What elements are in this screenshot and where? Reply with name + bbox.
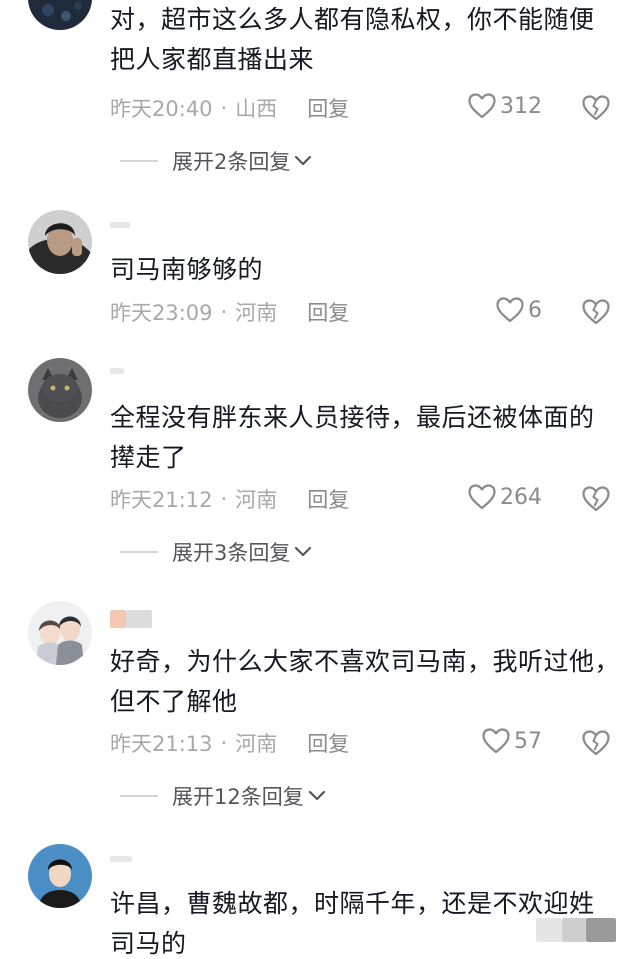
dislike-button[interactable] (582, 299, 610, 325)
divider-line (120, 551, 158, 553)
expand-replies-label: 展开3条回复 (172, 541, 291, 565)
separator-dot: · (220, 300, 228, 324)
comment-time: 昨天21:12 (110, 488, 213, 512)
divider-line (120, 160, 158, 162)
blurred-overlay (562, 918, 586, 942)
reply-button[interactable]: 回复 (307, 297, 349, 327)
username-blurred (126, 610, 152, 628)
comment-text-line: 全程没有胖东来人员接待，最后还被体面的 (110, 403, 595, 432)
comment-location: 山西 (235, 97, 278, 121)
comment-text-line: 但不了解他 (110, 687, 238, 716)
heart-outline-icon (468, 484, 496, 510)
reply-button[interactable]: 回复 (307, 728, 349, 758)
avatar-image (28, 358, 92, 422)
divider-line (120, 795, 158, 797)
comment-location: 河南 (235, 732, 278, 756)
blurred-overlay (536, 918, 562, 942)
avatar-image (28, 601, 92, 665)
like-count: 57 (514, 728, 542, 754)
dislike-button[interactable] (582, 95, 610, 121)
comment-meta: 昨天20:40 · 山西 回复 (110, 92, 620, 124)
comment-location: 河南 (235, 488, 278, 512)
username-blurred (110, 610, 126, 628)
comment-meta: 昨天21:13 · 河南 回复 (110, 727, 620, 759)
comment-text: 全程没有胖东来人员接待，最后还被体面的 撵走了 (110, 398, 620, 478)
username-blurred (110, 368, 124, 374)
like-button[interactable]: 312 (468, 93, 542, 119)
comment-meta: 昨天23:09 · 河南 回复 (110, 296, 620, 328)
separator-dot: · (220, 731, 228, 755)
like-count: 264 (500, 484, 542, 510)
comment-time: 昨天21:13 (110, 732, 213, 756)
like-count: 6 (528, 297, 542, 323)
comment-text-line: 把人家都直播出来 (110, 45, 315, 74)
like-button[interactable]: 6 (496, 297, 542, 323)
comment-text-line: 好奇，为什么大家不喜欢司马南，我听过他， (110, 647, 621, 676)
dislike-button[interactable] (582, 486, 610, 512)
like-count: 312 (500, 93, 542, 119)
comment-text-line: 司马南够够的 (110, 255, 264, 284)
comment-time: 昨天23:09 (110, 301, 213, 325)
username-blurred (110, 222, 130, 228)
expand-replies-button[interactable]: 展开3条回复 (120, 537, 312, 567)
reply-button[interactable]: 回复 (307, 484, 349, 514)
chevron-down-icon (308, 790, 325, 801)
expand-replies-label: 展开2条回复 (172, 150, 291, 174)
like-button[interactable]: 57 (482, 728, 542, 754)
comment-text: 司马南够够的 (110, 250, 620, 290)
separator-dot: · (220, 96, 228, 120)
comment-meta: 昨天21:12 · 河南 回复 (110, 483, 620, 515)
comment-text: 好奇，为什么大家不喜欢司马南，我听过他， 但不了解他 (110, 642, 620, 722)
separator-dot: · (220, 487, 228, 511)
comment-text-line: 对，超市这么多人都有隐私权，你不能随便 (110, 5, 595, 34)
heart-outline-icon (468, 93, 496, 119)
broken-heart-icon (582, 299, 610, 325)
avatar-image (28, 844, 92, 908)
avatar-image (28, 210, 92, 274)
chevron-down-icon (295, 155, 312, 166)
chevron-down-icon (295, 546, 312, 557)
expand-replies-label: 展开12条回复 (172, 785, 304, 809)
comment-text: 对，超市这么多人都有隐私权，你不能随便 把人家都直播出来 (110, 0, 620, 80)
broken-heart-icon (582, 486, 610, 512)
comment-time: 昨天20:40 (110, 97, 213, 121)
avatar[interactable] (28, 844, 92, 908)
heart-outline-icon (482, 728, 510, 754)
expand-replies-button[interactable]: 展开2条回复 (120, 146, 312, 176)
avatar-image (28, 0, 92, 30)
heart-outline-icon (496, 297, 524, 323)
like-button[interactable]: 264 (468, 484, 542, 510)
avatar[interactable] (28, 358, 92, 422)
avatar[interactable] (28, 210, 92, 274)
username-blurred (110, 856, 132, 862)
blurred-overlay (586, 918, 616, 942)
dislike-button[interactable] (582, 730, 610, 756)
comment-location: 河南 (235, 301, 278, 325)
avatar[interactable] (28, 0, 92, 30)
reply-button[interactable]: 回复 (307, 93, 349, 123)
broken-heart-icon (582, 95, 610, 121)
comment-text-line: 撵走了 (110, 443, 187, 472)
avatar[interactable] (28, 601, 92, 665)
expand-replies-button[interactable]: 展开12条回复 (120, 781, 326, 811)
broken-heart-icon (582, 730, 610, 756)
